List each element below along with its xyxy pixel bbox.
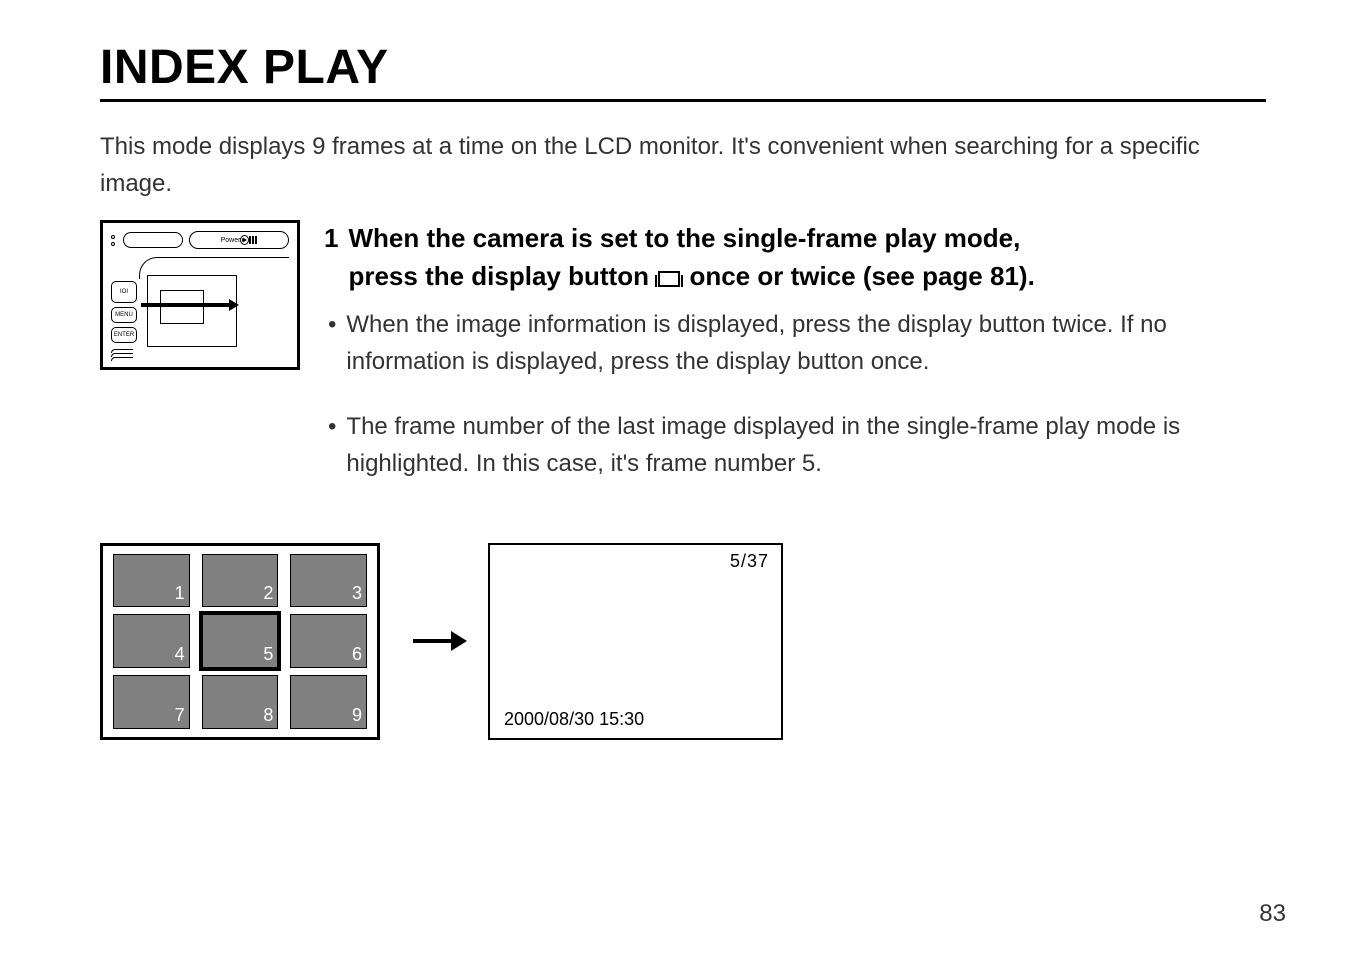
step-row: Power IOI MENU ENTER 1 (100, 220, 1266, 482)
bullet-2-text: The frame number of the last image displ… (346, 408, 1266, 482)
play-icon (242, 237, 247, 243)
page-title: INDEX PLAY (100, 40, 1266, 95)
thumb-9: 9 (290, 675, 367, 729)
thumb-7: 7 (113, 675, 190, 729)
intro-text: This mode displays 9 frames at a time on… (100, 128, 1266, 202)
frame-timestamp: 2000/08/30 15:30 (504, 709, 644, 730)
thumb-5: 5 (202, 614, 279, 668)
pointer-arrow-icon (141, 303, 233, 307)
bullet-1-text: When the image information is displayed,… (346, 306, 1266, 380)
bars-icon (249, 236, 257, 244)
step-line-2a: press the display button (348, 261, 649, 291)
step-line-2: press the display button once or twice (… (348, 258, 1266, 296)
display-button-glyph-icon (658, 271, 680, 287)
step-block: 1 When the camera is set to the single-f… (324, 220, 1266, 482)
thumb-4: 4 (113, 614, 190, 668)
diagram-row: 123 456 789 5/37 2000/08/30 15:30 (100, 543, 1266, 740)
lcd-inner (160, 290, 204, 324)
grip-lines (111, 349, 133, 361)
thumb-2: 2 (202, 554, 279, 608)
frame-counter: 5/37 (730, 551, 769, 572)
thumb-3: 3 (290, 554, 367, 608)
step-line-1: When the camera is set to the single-fra… (348, 220, 1266, 258)
bullet-dot-icon: • (328, 306, 336, 380)
index-grid: 123 456 789 (100, 543, 380, 740)
step-line-2b: once or twice (see page 81). (689, 261, 1034, 291)
display-button-icon: IOI (111, 281, 137, 303)
camera-diagram: Power IOI MENU ENTER (100, 220, 300, 370)
bullet-dot-icon: • (328, 408, 336, 482)
menu-button-icon: MENU (111, 307, 137, 323)
step-heading: 1 When the camera is set to the single-f… (324, 220, 1266, 295)
power-switch: Power (189, 231, 289, 249)
indicator-dots (111, 235, 117, 246)
power-label: Power (221, 237, 241, 244)
thumb-1: 1 (113, 554, 190, 608)
page-number: 83 (1259, 900, 1286, 928)
thumb-6: 6 (290, 614, 367, 668)
title-rule (100, 99, 1266, 102)
single-frame-box: 5/37 2000/08/30 15:30 (488, 543, 783, 740)
bullet-2: • The frame number of the last image dis… (324, 408, 1266, 482)
thumb-8: 8 (202, 675, 279, 729)
enter-button-icon: ENTER (111, 327, 137, 343)
lcd-outline (147, 275, 237, 347)
top-capsule (123, 232, 183, 248)
bullet-1: • When the image information is displaye… (324, 306, 1266, 380)
step-number: 1 (324, 220, 338, 258)
transition-arrow-icon (408, 639, 460, 643)
